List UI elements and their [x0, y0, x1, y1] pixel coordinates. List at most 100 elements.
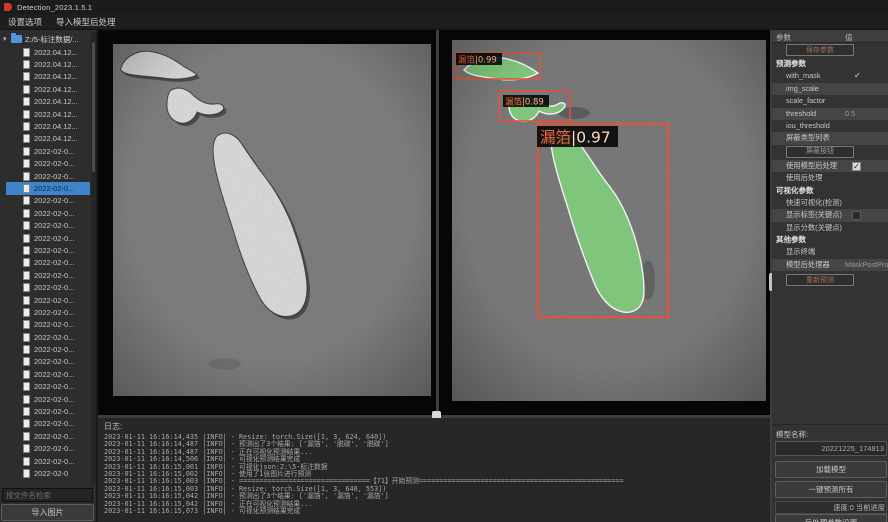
param-row-mask-type-list[interactable]: 屏蔽类型列表	[772, 132, 888, 144]
postprocess-settings-button[interactable]: 后处理参数设置	[775, 514, 887, 522]
file-icon	[23, 134, 30, 143]
file-item[interactable]: 2022-02-0...	[6, 368, 90, 380]
file-item[interactable]: 2022-02-0...	[6, 343, 90, 355]
file-item-label: 2022-02-0...	[34, 283, 74, 292]
file-item[interactable]: 2022.04.12...	[6, 108, 90, 120]
file-item[interactable]: 2022-02-0	[6, 467, 90, 479]
log-lines: 2023-01-11 16:16:14,435 |INFO| - Resize:…	[104, 434, 764, 515]
file-list: 2022.04.12... 2022.04.12... 2022.04.12..…	[0, 46, 90, 480]
load-model-button[interactable]: 加载模型	[775, 461, 887, 478]
file-item[interactable]: 2022-02-0...	[6, 356, 90, 368]
file-item[interactable]: 2022-02-0...	[6, 430, 90, 442]
re-predict-row: 重新预测	[772, 271, 888, 288]
param-row-with-mask[interactable]: with_mask ✓	[772, 70, 888, 82]
file-tree[interactable]: ▾ Z:/5-标注数据/... 2022.04.12... 2022.04.12…	[0, 32, 90, 484]
file-item[interactable]: 2022-02-0...	[6, 170, 90, 182]
menu-item-settings[interactable]: 设置选项	[8, 16, 42, 28]
window-title: Detection_2023.1.5.1	[17, 3, 92, 12]
import-images-button[interactable]: 导入图片	[1, 504, 94, 521]
param-row-use-postprocess[interactable]: 使用后处理	[772, 172, 888, 184]
file-item[interactable]: 2022-02-0...	[6, 158, 90, 170]
file-item[interactable]: 2022-02-0...	[6, 455, 90, 467]
param-row-scale-factor[interactable]: scale_factor	[772, 95, 888, 107]
file-item-label: 2022-02-0...	[34, 221, 74, 230]
search-input[interactable]	[2, 488, 93, 502]
tree-root-folder[interactable]: ▾ Z:/5-标注数据/...	[0, 32, 90, 46]
model-name-field[interactable]: 20221225_174813	[775, 441, 887, 456]
file-item[interactable]: 2022-02-0...	[6, 405, 90, 417]
sidebar-scrollbar[interactable]	[91, 32, 96, 484]
file-item[interactable]: 2022-02-0...	[6, 443, 90, 455]
params-table-header: 参数 值	[772, 30, 888, 43]
file-item[interactable]: 2022-02-0...	[6, 145, 90, 157]
file-item[interactable]: 2022-02-0...	[6, 306, 90, 318]
log-area[interactable]: 日志: 2023-01-11 16:16:14,435 |INFO| - Res…	[98, 418, 770, 522]
file-item[interactable]: 2022.04.12...	[6, 71, 90, 83]
re-predict-button[interactable]: 重新预测	[786, 274, 854, 286]
file-item[interactable]: 2022-02-0...	[6, 244, 90, 256]
file-icon	[23, 159, 30, 168]
log-line: 2023-01-11 16:16:15,073 |INFO| - 可视化预测结果…	[104, 508, 764, 515]
file-icon	[23, 110, 30, 119]
file-item[interactable]: 2022-02-0...	[6, 331, 90, 343]
file-icon	[23, 432, 30, 441]
file-icon	[23, 296, 30, 305]
file-icon	[23, 357, 30, 366]
param-row-show-labels[interactable]: 显示标签(关键点)	[772, 209, 888, 221]
param-row-show-scores[interactable]: 显示分数(关键点)	[772, 222, 888, 234]
caret-down-icon[interactable]: ▾	[3, 35, 11, 43]
menu-item-import-postprocess[interactable]: 导入模型后处理	[56, 16, 116, 28]
file-item-label: 2022-02-0...	[34, 234, 74, 243]
file-item[interactable]: 2022.04.12...	[6, 120, 90, 132]
prediction-image-panel: 漏箔|0.99 漏箔|0.89 漏箔|0.97	[452, 40, 766, 401]
file-item[interactable]: 2022-02-0...	[6, 281, 90, 293]
file-item[interactable]: 2022-02-0...	[6, 418, 90, 430]
file-icon	[23, 370, 30, 379]
file-item-label: 2022-02-0...	[34, 407, 74, 416]
sidebar-scrollbar-handle[interactable]	[92, 42, 95, 172]
file-item[interactable]: 2022-02-0...	[6, 294, 90, 306]
file-icon	[23, 320, 30, 329]
file-item[interactable]: 2022.04.12...	[6, 58, 90, 70]
file-item[interactable]: 2022.04.12...	[6, 133, 90, 145]
param-row-model-postprocessor[interactable]: 模型后处理器 MaskPostPro	[772, 259, 888, 271]
param-row-fast-visualize[interactable]: 快速可视化(检测)	[772, 197, 888, 209]
file-item-label: 2022-02-0...	[34, 271, 74, 280]
file-icon	[23, 122, 30, 131]
save-params-row: 保存参数	[772, 43, 888, 58]
file-item-label: 2022-02-0...	[34, 184, 74, 193]
param-row-use-model-postprocess[interactable]: 使用模型后处理 ✓	[772, 160, 888, 172]
save-params-button[interactable]: 保存参数	[786, 44, 854, 56]
file-item[interactable]: 2022-02-0...	[6, 269, 90, 281]
file-item[interactable]: 2022-02-0...	[6, 219, 90, 231]
mask-button[interactable]: 屏蔽按钮	[786, 146, 854, 158]
param-row-threshold[interactable]: threshold 0.5	[772, 108, 888, 120]
file-item-label: 2022-02-0...	[34, 209, 74, 218]
predict-all-button[interactable]: 一键预测所有	[775, 481, 887, 498]
section-visualization-params: 可视化参数	[772, 185, 888, 197]
file-tree-sidebar: ▾ Z:/5-标注数据/... 2022.04.12... 2022.04.12…	[0, 30, 97, 522]
file-item[interactable]: 2022-02-0...	[6, 257, 90, 269]
model-postprocessor-value[interactable]: MaskPostPro	[845, 259, 888, 271]
param-row-iou-threshold[interactable]: iou_threshold	[772, 120, 888, 132]
file-item[interactable]: 2022-02-0...	[6, 393, 90, 405]
title-bar: Detection_2023.1.5.1	[0, 0, 888, 14]
checkbox-empty-icon[interactable]	[852, 211, 861, 220]
param-row-img-scale[interactable]: img_scale	[772, 83, 888, 95]
check-icon[interactable]: ✓	[854, 70, 861, 82]
file-item[interactable]: 2022-02-0...	[6, 232, 90, 244]
threshold-value[interactable]: 0.5	[845, 108, 855, 120]
file-item[interactable]: 2022.04.12...	[6, 46, 90, 58]
file-item[interactable]: 2022.04.12...	[6, 96, 90, 108]
file-item[interactable]: 2022-02-0...	[6, 182, 90, 194]
file-item[interactable]: 2022-02-0...	[6, 381, 90, 393]
file-item[interactable]: 2022-02-0...	[6, 319, 90, 331]
file-item[interactable]: 2022-02-0...	[6, 207, 90, 219]
checkbox-checked-icon[interactable]: ✓	[852, 162, 861, 171]
param-row-show-terminal[interactable]: 显示终端	[772, 246, 888, 258]
file-icon	[23, 147, 30, 156]
speed-progress-field: 速度:0 当前进度	[775, 501, 887, 514]
section-other-params: 其他参数	[772, 234, 888, 246]
file-item[interactable]: 2022-02-0...	[6, 195, 90, 207]
file-item[interactable]: 2022.04.12...	[6, 83, 90, 95]
